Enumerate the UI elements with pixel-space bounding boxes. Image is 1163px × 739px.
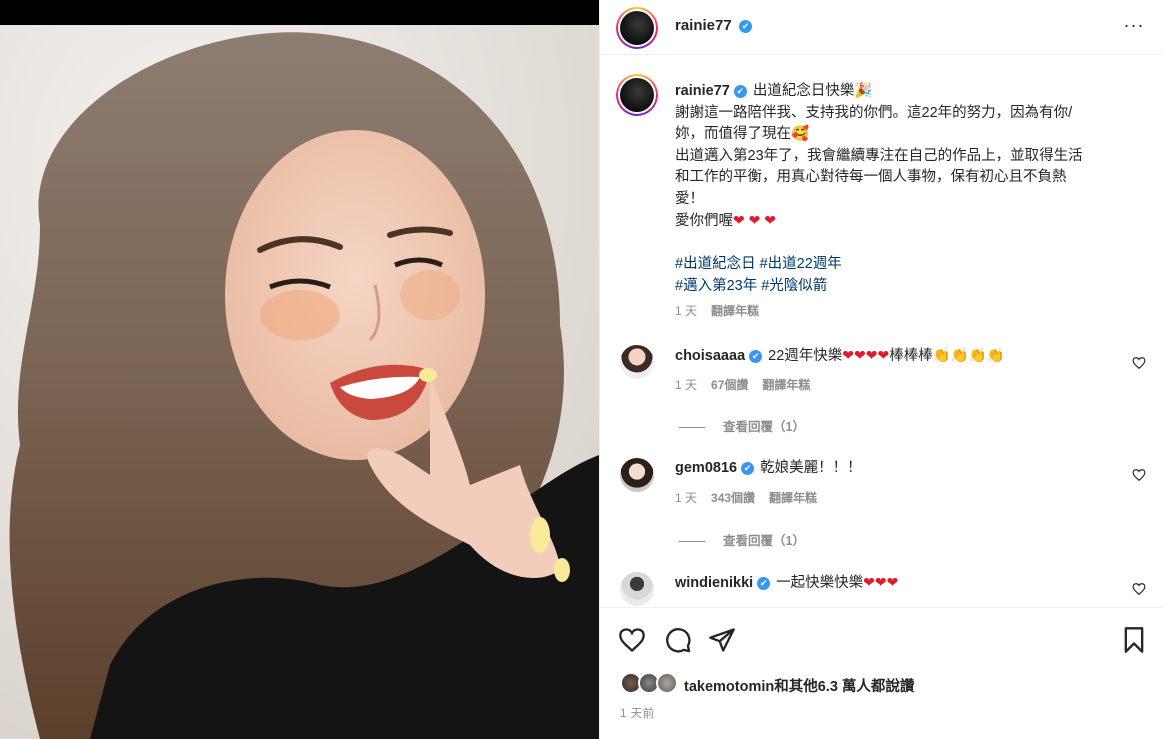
- caption: rainie77 ✔ 出道紀念日快樂🎉 謝謝這一路陪伴我、支持我的你們。這22年的努…: [675, 81, 1115, 297]
- comment-text: 22週年快樂: [768, 348, 843, 364]
- caption-line-3: 妳，而值得了現在🥰: [675, 126, 810, 142]
- caption-line-1: 出道紀念日快樂🎉: [752, 83, 873, 99]
- like-comment-heart-icon[interactable]: [1132, 356, 1146, 370]
- post-photo[interactable]: [0, 25, 599, 739]
- comment-time: 1 天: [675, 491, 698, 505]
- comment-likes[interactable]: 67個讚: [711, 378, 748, 392]
- comment-likes[interactable]: 343個讚: [711, 491, 755, 505]
- caption-translate-link[interactable]: 翻譯年糕: [711, 304, 759, 318]
- comments-scroll-area[interactable]: rainie77 ✔ 出道紀念日快樂🎉 謝謝這一路陪伴我、支持我的你們。這22年的努…: [600, 56, 1163, 606]
- like-comment-heart-icon[interactable]: [1132, 582, 1146, 596]
- comment-meta: 1 天 343個讚 翻譯年糕: [675, 489, 831, 506]
- verified-icon: ✔: [739, 20, 752, 33]
- comment-bubble-icon[interactable]: [664, 626, 692, 654]
- more-horizontal-icon[interactable]: ···: [1122, 16, 1146, 38]
- post-timestamp[interactable]: 1 天前: [620, 705, 655, 721]
- author-username[interactable]: rainie77: [675, 17, 732, 34]
- caption-line-4: 出道邁入第23年了，我會繼續專注在自己的作品上，並取得生活: [675, 147, 1083, 164]
- comment-hearts: ❤❤❤❤: [842, 347, 890, 363]
- comment-text: 一起快樂快樂: [776, 575, 864, 591]
- caption-line-7: 愛你們喔: [675, 213, 733, 229]
- comment-avatar[interactable]: [620, 572, 654, 606]
- verified-icon: ✔: [733, 85, 747, 98]
- like-heart-icon[interactable]: [618, 626, 646, 654]
- caption-line-6: 愛！: [675, 190, 704, 207]
- like-comment-heart-icon[interactable]: [1132, 468, 1146, 482]
- comment-meta: 1 天 67個讚 翻譯年糕: [675, 376, 824, 393]
- verified-icon: ✔: [757, 577, 771, 590]
- comment-avatar[interactable]: [620, 458, 654, 492]
- likes-summary: takemotomin和其他6.3 萬人都說讚: [620, 670, 1150, 698]
- comment-body: choisaaaa ✔ 22週年快樂❤❤❤❤棒棒棒👏👏👏👏: [675, 345, 1005, 366]
- caption-meta: 1 天翻譯年糕: [675, 302, 773, 319]
- view-replies-button[interactable]: 查看回覆（1）: [679, 416, 805, 435]
- caption-line-2: 謝謝這一路陪伴我、支持我的你們。這22年的努力，因為有你/: [675, 104, 1073, 121]
- caption-author-avatar[interactable]: [616, 74, 658, 116]
- selfie-image: [0, 25, 599, 739]
- comment-time: 1 天: [675, 378, 698, 392]
- caption-time: 1 天: [675, 304, 698, 318]
- comment-translate-link[interactable]: 翻譯年糕: [762, 378, 810, 392]
- comment-text: 乾娘美麗！！！: [760, 460, 862, 476]
- likes-count-text[interactable]: takemotomin和其他6.3 萬人都說讚: [684, 675, 914, 696]
- caption-username[interactable]: rainie77: [675, 83, 730, 99]
- comment-translate-link[interactable]: 翻譯年糕: [769, 491, 817, 505]
- share-paper-plane-icon[interactable]: [708, 626, 736, 654]
- comment-text-after: 棒棒棒👏👏👏👏: [889, 348, 1005, 364]
- view-replies-button[interactable]: 查看回覆（1）: [679, 530, 805, 549]
- post-detail-panel: rainie77 ✔ ··· rainie77 ✔ 出道紀念日快樂🎉 謝謝這一路陪伴…: [599, 0, 1163, 739]
- comment-body: gem0816 ✔ 乾娘美麗！！！: [675, 458, 862, 478]
- hashtags-line-1[interactable]: #出道紀念日 #出道22週年: [675, 254, 1115, 276]
- comment-username[interactable]: choisaaaa: [675, 348, 745, 364]
- top-black-bar: [0, 0, 599, 25]
- comment-username[interactable]: gem0816: [675, 460, 737, 476]
- save-bookmark-icon[interactable]: [1120, 626, 1148, 654]
- comment-body: windienikki ✔ 一起快樂快樂❤❤❤: [675, 572, 898, 593]
- liker-avatar: [656, 672, 678, 694]
- caption-line-5: 和工作的平衡，用真心對待每一個人事物，保有初心且不負熱: [675, 169, 1067, 185]
- verified-icon: ✔: [749, 350, 763, 363]
- author-avatar[interactable]: [616, 7, 658, 49]
- verified-icon: ✔: [741, 462, 755, 475]
- post-actions-bar: [600, 607, 1163, 667]
- caption-hearts: ❤ ❤ ❤: [733, 212, 776, 228]
- comment-hearts: ❤❤❤: [863, 574, 899, 590]
- post-header: rainie77 ✔ ···: [600, 0, 1163, 55]
- comment-username[interactable]: windienikki: [675, 575, 753, 591]
- comment-avatar[interactable]: [620, 345, 654, 379]
- hashtags-line-2[interactable]: #邁入第23年 #光陰似箭: [675, 276, 1115, 298]
